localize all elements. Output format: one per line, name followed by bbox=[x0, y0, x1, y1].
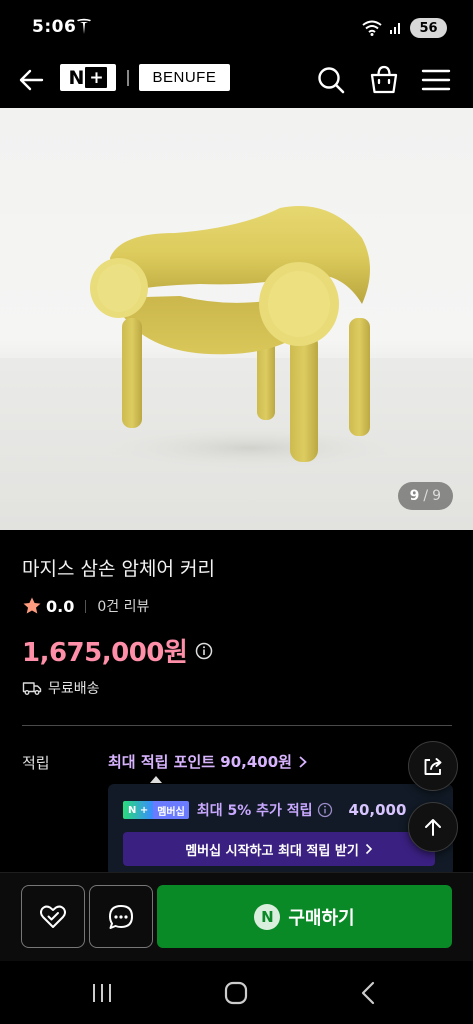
product-title: 마지스 삼손 암체어 커리 bbox=[22, 558, 215, 580]
app-header: N + BENUFE bbox=[0, 50, 473, 108]
rating-row[interactable]: 0.0 0건 리뷰 bbox=[22, 596, 149, 616]
section-divider bbox=[22, 725, 452, 726]
max-points-text: 최대 적립 포인트 90,400원 bbox=[108, 753, 292, 771]
membership-badge-np: N + bbox=[123, 801, 154, 819]
membership-badge: N + 멤버십 bbox=[123, 801, 189, 819]
image-counter: 9 / 9 bbox=[397, 482, 453, 510]
info-icon[interactable] bbox=[317, 802, 333, 818]
shipping-row: 무료배송 bbox=[22, 678, 100, 698]
system-nav-bar bbox=[0, 961, 473, 1024]
product-price: 1,675,000원 bbox=[22, 638, 188, 668]
membership-panel: N + 멤버십 최대 5% 추가 적립 40,000 멤버십 시작하고 최대 적… bbox=[108, 784, 453, 876]
membership-amount: 40,000 bbox=[348, 801, 407, 819]
membership-text: 최대 5% 추가 적립 bbox=[196, 803, 313, 819]
brand-name[interactable]: BENUFE bbox=[138, 64, 231, 91]
tesla-app-icon bbox=[77, 18, 91, 34]
np-logo: N + bbox=[60, 64, 116, 91]
scroll-top-button[interactable] bbox=[408, 802, 458, 852]
star-icon bbox=[23, 597, 41, 614]
product-image-gallery[interactable]: 9 / 9 bbox=[0, 108, 473, 530]
status-icons: 56 bbox=[362, 18, 447, 38]
tooltip-arrow bbox=[150, 776, 162, 783]
back-icon[interactable] bbox=[352, 976, 386, 1010]
logo-n: N bbox=[68, 66, 85, 89]
image-separator: / bbox=[423, 488, 429, 504]
shipping-text: 무료배송 bbox=[48, 681, 100, 697]
battery-indicator: 56 bbox=[410, 18, 447, 38]
naver-plus-store-logo[interactable]: N + BENUFE bbox=[60, 64, 231, 91]
recent-apps-icon[interactable] bbox=[85, 976, 119, 1010]
naver-pay-icon: N bbox=[254, 903, 281, 930]
membership-button-label: 멤버십 시작하고 최대 적립 받기 bbox=[185, 843, 359, 859]
home-icon[interactable] bbox=[219, 976, 253, 1010]
membership-badge-label: 멤버십 bbox=[153, 801, 189, 819]
talk-button[interactable] bbox=[89, 885, 153, 948]
max-points-link[interactable]: 최대 적립 포인트 90,400원 bbox=[108, 751, 308, 772]
share-icon bbox=[424, 758, 442, 775]
menu-icon[interactable] bbox=[418, 62, 454, 98]
buy-button-label: 구매하기 bbox=[288, 907, 355, 929]
membership-row: N + 멤버십 최대 5% 추가 적립 40,000 bbox=[123, 800, 406, 820]
rating-divider bbox=[85, 599, 87, 613]
bottom-action-bar: N 구매하기 bbox=[0, 872, 473, 961]
signal-icon bbox=[390, 23, 400, 34]
review-count[interactable]: 0건 리뷰 bbox=[97, 596, 149, 616]
info-icon[interactable] bbox=[195, 642, 213, 660]
chat-bubble-icon bbox=[109, 904, 133, 929]
image-total: 9 bbox=[432, 488, 441, 504]
points-label: 적립 bbox=[22, 754, 50, 772]
membership-start-button[interactable]: 멤버십 시작하고 최대 적립 받기 bbox=[123, 832, 435, 866]
wifi-icon bbox=[362, 20, 382, 36]
chevron-right-icon bbox=[299, 755, 307, 768]
back-arrow-icon[interactable] bbox=[14, 62, 50, 98]
logo-separator bbox=[127, 69, 129, 86]
arrow-up-icon bbox=[425, 819, 441, 836]
status-bar: 5:06 56 bbox=[0, 0, 473, 50]
shopping-bag-icon[interactable] bbox=[366, 62, 402, 98]
product-image bbox=[0, 206, 473, 530]
status-time: 5:06 bbox=[32, 17, 77, 37]
buy-button[interactable]: N 구매하기 bbox=[157, 885, 452, 948]
heart-check-icon bbox=[39, 905, 67, 928]
chevron-right-icon bbox=[365, 843, 372, 855]
share-button[interactable] bbox=[408, 741, 458, 791]
wishlist-button[interactable] bbox=[21, 885, 85, 948]
image-current: 9 bbox=[409, 488, 420, 504]
price-row: 1,675,000원 bbox=[22, 632, 213, 669]
search-icon[interactable] bbox=[313, 62, 349, 98]
logo-plus: + bbox=[85, 67, 108, 88]
rating-value: 0.0 bbox=[46, 596, 75, 616]
truck-icon bbox=[22, 682, 42, 695]
